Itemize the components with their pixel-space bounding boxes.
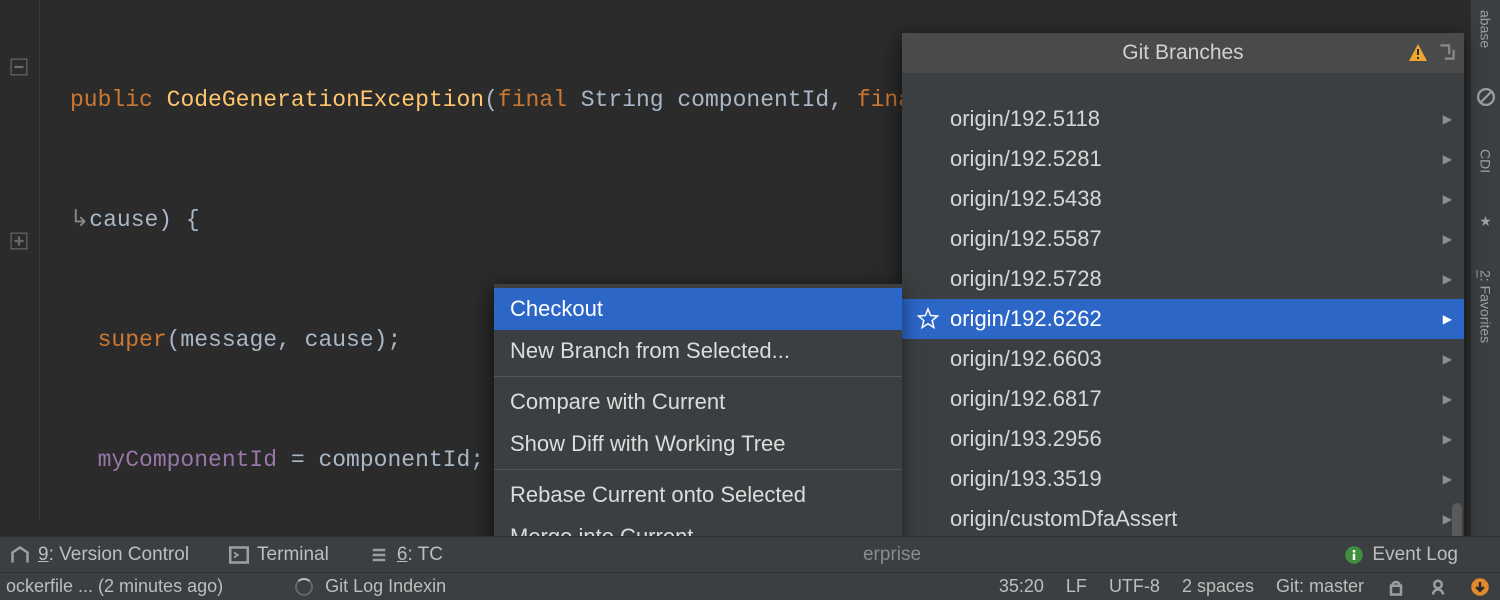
branch-label: origin/192.6262 [950,306,1102,332]
branch-list[interactable]: origin/192.5118▶origin/192.5281▶origin/1… [902,73,1464,539]
toolbtn-version-control[interactable]: 9: Version Control [10,544,189,566]
menu-item[interactable]: Rebase Current onto Selected [494,474,902,516]
chevron-right-icon: ▶ [1443,112,1452,126]
chevron-right-icon: ▶ [1443,272,1452,286]
menu-item[interactable]: Show Diff with Working Tree [494,423,902,465]
branch-label: origin/customDfaAssert [950,506,1177,532]
update-available-icon[interactable] [1470,577,1490,597]
branch-label: origin/192.5728 [950,266,1102,292]
toolbtn-event-log[interactable]: Event Log [1344,544,1458,566]
branch-item[interactable]: origin/192.5587 ▶ [902,219,1464,259]
star-icon[interactable]: ★ [1479,213,1492,230]
resize-icon[interactable] [1436,41,1458,63]
branch-item[interactable]: origin/192.5118 ▶ [902,99,1464,139]
branch-item[interactable]: origin/192.5281 ▶ [902,139,1464,179]
status-indent[interactable]: 2 spaces [1182,576,1254,597]
toolbtn-todo[interactable]: 6: TC [369,544,443,566]
menu-item[interactable]: New Branch from Selected... [494,330,902,372]
lock-icon[interactable] [1386,577,1406,597]
warning-icon[interactable] [1408,43,1428,63]
branch-item[interactable]: origin/193.2956 ▶ [902,419,1464,459]
branch-item[interactable]: origin/192.5438 ▶ [902,179,1464,219]
branch-label: origin/192.5281 [950,146,1102,172]
status-git-branch[interactable]: Git: master [1276,576,1364,597]
branch-item[interactable]: origin/192.6817 ▶ [902,379,1464,419]
info-icon [1344,545,1364,565]
menu-separator [494,376,902,377]
branch-label: origin/193.3519 [950,466,1102,492]
status-caret[interactable]: 35:20 [999,576,1044,597]
branch-label: origin/192.6603 [950,346,1102,372]
branch-label: origin/193.2956 [950,426,1102,452]
menu-separator [494,469,902,470]
chevron-right-icon: ▶ [1443,472,1452,486]
status-indexing: Git Log Indexin [325,576,446,597]
branch-label: origin/192.5438 [950,186,1102,212]
branch-item[interactable]: origin/customDfaAssert ▶ [902,499,1464,539]
fold-plus-icon[interactable] [10,232,28,250]
chevron-right-icon: ▶ [1443,352,1452,366]
cdi-icon[interactable] [1477,88,1495,109]
vcs-icon [10,545,30,565]
branch-item[interactable]: origin/192.6603 ▶ [902,339,1464,379]
list-icon [369,545,389,565]
star-outline-icon [916,307,940,331]
toolbtn-terminal[interactable]: Terminal [229,544,329,566]
menu-item[interactable]: Checkout [494,288,902,330]
chevron-right-icon: ▶ [1443,392,1452,406]
menu-item[interactable]: Compare with Current [494,381,902,423]
git-branches-title: Git Branches [902,41,1464,65]
status-left-text: ockerfile ... (2 minutes ago) [0,576,223,597]
git-branches-popup: Git Branches origin/192.5118▶origin/192.… [902,33,1464,553]
terminal-icon [229,545,249,565]
chevron-right-icon: ▶ [1443,432,1452,446]
status-linesep[interactable]: LF [1066,576,1087,597]
fold-minus-icon[interactable] [10,58,28,76]
tool-favorites[interactable]: 2: Favorites [1478,270,1494,343]
chevron-right-icon: ▶ [1443,152,1452,166]
inspector-icon[interactable] [1428,577,1448,597]
status-bar: ockerfile ... (2 minutes ago) Git Log In… [0,572,1500,600]
partial-text-enterprise: erprise [863,544,921,566]
git-branches-header: Git Branches [902,33,1464,73]
chevron-right-icon: ▶ [1443,512,1452,526]
chevron-right-icon: ▶ [1443,312,1452,326]
right-tool-strip: abase CDI ★ 2: Favorites [1470,0,1500,560]
chevron-right-icon: ▶ [1443,232,1452,246]
tool-cdi-label[interactable]: CDI [1478,149,1494,173]
branch-label: origin/192.6817 [950,386,1102,412]
branch-item[interactable]: origin/193.3519 ▶ [902,459,1464,499]
chevron-right-icon: ▶ [1443,192,1452,206]
tool-database[interactable]: abase [1478,10,1494,48]
branch-item[interactable]: origin/192.5728 ▶ [902,259,1464,299]
status-encoding[interactable]: UTF-8 [1109,576,1160,597]
tool-window-bar: 9: Version Control Terminal 6: TC erpris… [0,536,1500,572]
branch-label: origin/192.5587 [950,226,1102,252]
branch-label: origin/192.5118 [950,106,1100,132]
spinner-icon [295,578,313,596]
branch-item[interactable]: origin/192.6262 ▶ [902,299,1464,339]
editor-gutter [0,0,40,520]
